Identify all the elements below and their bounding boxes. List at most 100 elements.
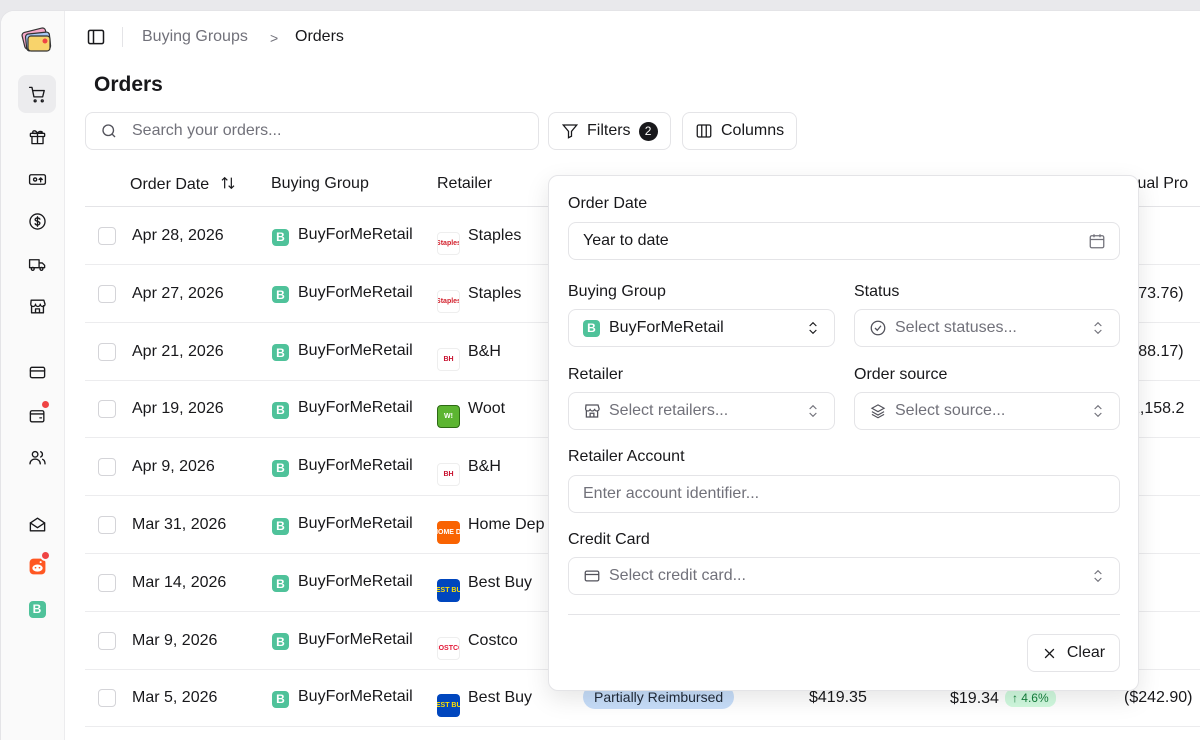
sidebar: B — [1, 11, 65, 740]
chevron-updown-icon — [1094, 321, 1102, 335]
retailer-account-input[interactable]: Enter account identifier... — [568, 475, 1120, 513]
buying-group-cell[interactable]: B BuyForMeRetail — [272, 515, 413, 535]
order-date-field[interactable]: Year to date — [568, 222, 1120, 260]
buying-group-b-icon: B — [583, 319, 600, 337]
order-source-label: Order source — [854, 366, 948, 383]
retailer-cell: Staples Staples — [437, 227, 521, 255]
buying-group-cell[interactable]: B BuyForMeRetail — [272, 631, 413, 651]
chevron-updown-icon — [1094, 569, 1102, 583]
check-circle-icon — [870, 320, 886, 336]
status-label: Status — [854, 283, 900, 300]
buying-group-label: Buying Group — [568, 283, 666, 300]
layers-icon — [870, 404, 886, 419]
buying-group-cell[interactable]: B BuyForMeRetail — [272, 399, 413, 419]
sidebar-item-gifts[interactable] — [18, 117, 56, 155]
sidebar-item-inbox[interactable] — [18, 505, 56, 543]
columns-button[interactable]: Columns — [682, 112, 798, 150]
shopping-cart-icon — [28, 86, 45, 102]
filter-icon — [561, 124, 579, 139]
users-icon — [28, 450, 46, 465]
store-icon — [29, 298, 46, 314]
bestbuy-logo-icon: BEST BUY — [437, 578, 460, 602]
staples-logo-icon: Staples — [437, 232, 460, 255]
filters-count-badge: 2 — [638, 121, 658, 141]
buying-group-b-icon: B — [272, 459, 289, 477]
order-date-cell: Mar 9, 2026 — [132, 631, 218, 649]
sidebar-item-reddit[interactable] — [18, 547, 56, 585]
buying-group-b-icon: B — [272, 517, 289, 535]
sidebar-item-wallet[interactable] — [18, 396, 56, 434]
sidebar-item-users[interactable] — [18, 438, 56, 476]
sidebar-item-transfers[interactable] — [18, 160, 56, 198]
buying-group-b-icon: B — [272, 575, 289, 593]
retailer-label: Retailer — [568, 366, 624, 383]
money-transfer-icon — [28, 173, 46, 185]
total-cell: $419.35 — [809, 689, 867, 707]
sidebar-item-stores[interactable] — [18, 287, 56, 325]
row-checkbox[interactable] — [98, 631, 116, 650]
columns-icon — [696, 124, 712, 138]
col-order-date[interactable]: Order Date — [130, 175, 236, 194]
buying-group-select[interactable]: B BuyForMeRetail — [568, 309, 835, 347]
calendar-icon — [1089, 234, 1105, 249]
notification-dot — [40, 550, 51, 561]
row-checkbox[interactable] — [98, 284, 116, 303]
breadcrumb-buying-groups[interactable]: Buying Groups — [142, 28, 248, 46]
sidebar-item-buying-group[interactable]: B — [18, 590, 56, 628]
retailer-cell: BEST BUYBest Buy — [437, 689, 532, 718]
dollar-circle-icon — [28, 212, 46, 230]
order-date-cell: Apr 9, 2026 — [132, 458, 215, 476]
row-checkbox[interactable] — [98, 458, 116, 477]
credit-card-icon — [29, 366, 45, 378]
status-select[interactable]: Select statuses... — [854, 309, 1120, 347]
order-source-select[interactable]: Select source... — [854, 392, 1120, 430]
row-checkbox[interactable] — [98, 689, 116, 708]
row-checkbox[interactable] — [98, 227, 116, 245]
truck-icon — [28, 258, 45, 271]
buying-group-b-icon: B — [272, 344, 289, 362]
homedepot-logo-icon: THE HOME DEPOT — [437, 521, 460, 544]
page-title: Orders — [94, 73, 163, 96]
credit-card-select[interactable]: Select credit card... — [568, 557, 1120, 595]
credit-card-label: Credit Card — [568, 531, 650, 548]
row-checkbox[interactable] — [98, 573, 116, 592]
panel-toggle-icon[interactable] — [86, 27, 106, 47]
filters-button[interactable]: Filters 2 — [548, 112, 671, 150]
order-date-label: Order Date — [568, 195, 648, 212]
buying-group-cell[interactable]: B BuyForMeRetail — [272, 573, 413, 593]
sort-arrows-icon[interactable] — [220, 175, 236, 191]
order-date-cell: Apr 28, 2026 — [132, 227, 224, 244]
retailer-select[interactable]: Select retailers... — [568, 392, 835, 430]
credit-card-icon — [584, 570, 600, 582]
staples-logo-icon: Staples — [437, 289, 460, 313]
col-retailer[interactable]: Retailer — [437, 175, 492, 193]
breadcrumb-separator: > — [270, 30, 279, 46]
buying-group-cell[interactable]: B BuyForMeRetail — [272, 688, 413, 708]
row-checkbox[interactable] — [98, 400, 116, 419]
filters-popover: Order Date Year to date Buying Group B B… — [548, 175, 1139, 691]
app-logo[interactable] — [21, 24, 53, 54]
order-date-cell: Mar 14, 2026 — [132, 573, 227, 591]
sidebar-item-cards[interactable] — [18, 353, 56, 391]
row-checkbox[interactable] — [98, 342, 116, 361]
sidebar-item-orders[interactable] — [18, 75, 56, 113]
sidebar-item-shipments[interactable] — [18, 245, 56, 283]
buying-group-cell[interactable]: B BuyForMeRetail — [272, 226, 413, 246]
sidebar-item-payments[interactable] — [18, 202, 56, 240]
retailer-cell: BEST BUYBest Buy — [437, 574, 532, 602]
profit-percent-badge: ↑ 4.6% — [1004, 689, 1056, 708]
search-placeholder: Search your orders... — [132, 122, 282, 139]
order-date-cell: Mar 31, 2026 — [132, 516, 227, 533]
retailer-cell: THE HOME DEPOTHome Dep — [437, 516, 544, 544]
bestbuy-logo-icon: BEST BUY — [437, 694, 460, 718]
chevron-updown-icon — [809, 321, 817, 335]
buying-group-cell[interactable]: B BuyForMeRetail — [272, 342, 413, 362]
buying-group-cell[interactable]: B BuyForMeRetail — [272, 284, 413, 304]
col-buying-group[interactable]: Buying Group — [271, 175, 369, 193]
clear-button[interactable]: Clear — [1027, 634, 1120, 672]
buying-group-cell[interactable]: B BuyForMeRetail — [272, 457, 413, 477]
buying-group-b-icon: B — [272, 401, 289, 419]
row-checkbox[interactable] — [98, 516, 116, 534]
search-input[interactable]: Search your orders... — [85, 112, 539, 150]
close-icon — [1044, 648, 1055, 658]
